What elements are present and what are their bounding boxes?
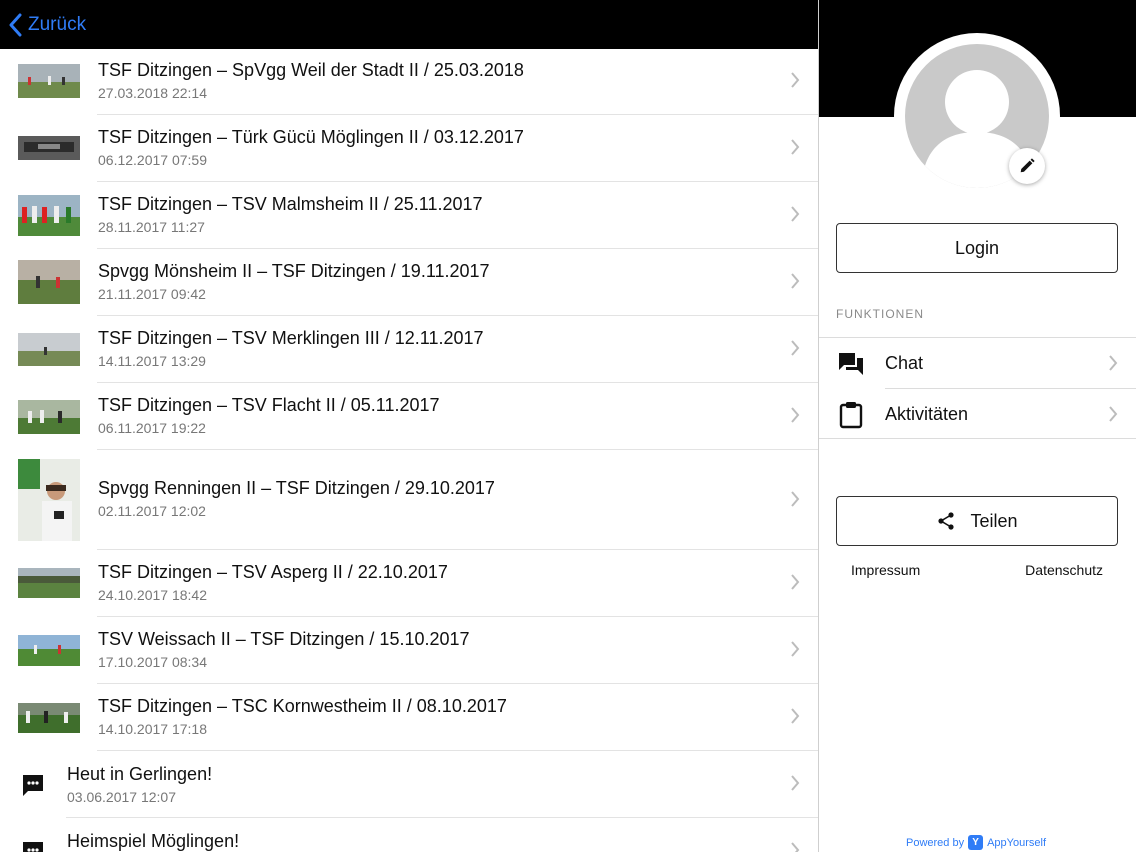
list-item-title: Spvgg Renningen II – TSF Ditzingen / 29.… [98,478,495,498]
pencil-icon [1020,158,1035,173]
chevron-right-icon [791,72,800,88]
post-thumbnail [18,400,80,434]
list-item[interactable]: TSF Ditzingen – TSV Malmsheim II / 25.11… [0,182,818,249]
post-thumbnail [18,333,80,366]
list-item[interactable]: TSV Weissach II – TSF Ditzingen / 15.10.… [0,617,818,684]
list-item-date: 28.11.2017 11:27 [98,219,205,235]
list-item-title: Heimspiel Möglingen! [67,831,240,851]
list-item-title: TSF Ditzingen – TSV Flacht II / 05.11.20… [98,395,440,415]
list-item-date: 17.10.2017 08:34 [98,654,207,670]
chevron-right-icon [791,842,800,852]
list-item[interactable]: TSF Ditzingen – TSC Kornwestheim II / 08… [0,684,818,751]
chevron-right-icon [791,139,800,155]
powered-by[interactable]: Powered by Y AppYourself [906,835,1046,850]
back-button[interactable]: Zurück [8,12,86,38]
list-item-title: Spvgg Mönsheim II – TSF Ditzingen / 19.1… [98,261,490,281]
function-item-chat[interactable]: Chat [819,338,1136,388]
chevron-right-icon [791,491,800,507]
chat-icon [839,353,863,375]
list-item-title: TSF Ditzingen – SpVgg Weil der Stadt II … [98,60,524,80]
list-item[interactable]: TSF Ditzingen – TSV Asperg II / 22.10.20… [0,550,818,617]
appyourself-logo-icon: Y [968,835,984,850]
chevron-right-icon [1109,355,1118,371]
list-item[interactable]: Heut in Gerlingen! 03.06.2017 12:07 [0,751,818,818]
powered-by-brand: AppYourself [987,836,1047,849]
chevron-right-icon [791,708,800,724]
chevron-left-icon [9,13,22,37]
list-item-date: 21.11.2017 09:42 [98,286,206,302]
list-item-date: 14.11.2017 13:29 [98,353,206,369]
powered-by-prefix: Powered by [906,836,965,849]
chevron-right-icon [791,273,800,289]
chevron-right-icon [791,340,800,356]
post-thumbnail [18,635,80,666]
list-item-date: 27.03.2018 22:14 [98,85,207,101]
list-item-date: 03.06.2017 12:07 [67,789,176,805]
list-item[interactable]: Heimspiel Möglingen! [0,818,818,852]
post-thumbnail [18,568,80,598]
functions-list: Chat Aktivitäten [819,337,1136,439]
clipboard-icon [839,402,863,429]
share-button-label: Teilen [970,510,1018,531]
functions-heading: FUNKTIONEN [836,307,924,321]
chevron-right-icon [791,641,800,657]
list-item[interactable]: Spvgg Renningen II – TSF Ditzingen / 29.… [0,450,818,550]
chevron-right-icon [1109,406,1118,422]
share-icon [938,512,955,530]
function-item-label: Chat [885,353,924,373]
list-item-title: TSF Ditzingen – TSV Asperg II / 22.10.20… [98,562,448,582]
list-item-title: TSF Ditzingen – TSV Merklingen III / 12.… [98,328,484,348]
chevron-right-icon [791,574,800,590]
datenschutz-link[interactable]: Datenschutz [1025,562,1103,578]
function-item-label: Aktivitäten [885,404,969,424]
list-item-title: TSF Ditzingen – Türk Gücü Möglingen II /… [98,127,524,147]
message-icon [23,775,43,796]
list-item[interactable]: TSF Ditzingen – SpVgg Weil der Stadt II … [0,49,818,115]
list-item-date: 06.11.2017 19:22 [98,420,206,436]
list-item-date: 02.11.2017 12:02 [98,503,206,519]
list-item[interactable]: TSF Ditzingen – TSV Flacht II / 05.11.20… [0,383,818,450]
login-button[interactable]: Login [836,223,1118,273]
impressum-link[interactable]: Impressum [851,562,920,578]
list-item-title: Heut in Gerlingen! [67,764,213,784]
share-button[interactable]: Teilen [836,496,1118,546]
post-thumbnail [18,703,80,733]
post-thumbnail [18,260,80,304]
post-thumbnail [18,136,80,160]
post-list: TSF Ditzingen – SpVgg Weil der Stadt II … [0,49,818,852]
post-thumbnail [18,459,80,541]
navigation-bar: Zurück [0,0,818,49]
post-thumbnail [18,64,80,98]
back-button-label: Zurück [28,14,87,35]
post-thumbnail [18,195,80,236]
list-item[interactable]: Spvgg Mönsheim II – TSF Ditzingen / 19.1… [0,249,818,316]
list-item-date: 14.10.2017 17:18 [98,721,207,737]
list-item[interactable]: TSF Ditzingen – Türk Gücü Möglingen II /… [0,115,818,182]
list-item-date: 24.10.2017 18:42 [98,587,207,603]
list-item-title: TSV Weissach II – TSF Ditzingen / 15.10.… [98,629,470,649]
chevron-right-icon [791,775,800,791]
message-icon [23,842,43,852]
edit-avatar-button[interactable] [1009,148,1045,184]
chevron-right-icon [791,407,800,423]
list-item-title: TSF Ditzingen – TSC Kornwestheim II / 08… [98,696,507,716]
chevron-right-icon [791,206,800,222]
list-item[interactable]: TSF Ditzingen – TSV Merklingen III / 12.… [0,316,818,383]
list-item-date: 06.12.2017 07:59 [98,152,207,168]
function-item-aktivitaeten[interactable]: Aktivitäten [839,388,1136,438]
list-item-title: TSF Ditzingen – TSV Malmsheim II / 25.11… [98,194,483,214]
profile-pane: Login FUNKTIONEN Chat Aktivitäten Teilen… [819,0,1136,852]
match-list-pane: Zurück TSF Ditzingen – SpVgg Weil der St… [0,0,818,852]
